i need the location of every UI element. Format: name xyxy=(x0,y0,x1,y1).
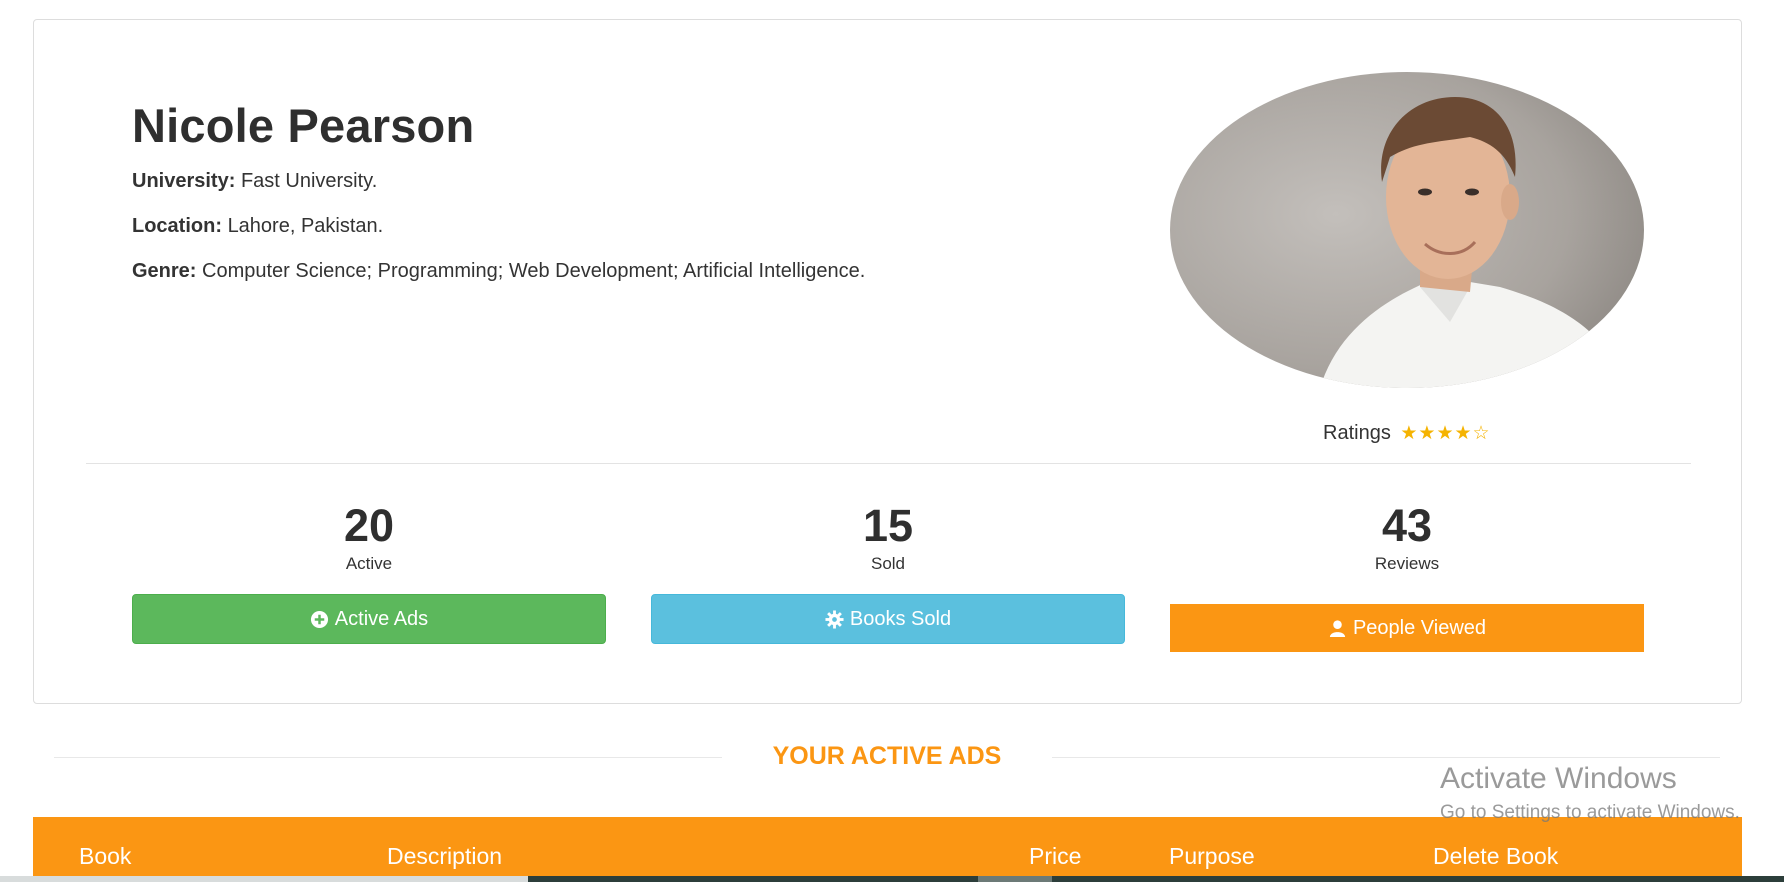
divider xyxy=(86,463,1691,464)
profile-name: Nicole Pearson xyxy=(132,99,475,152)
column-header-book: Book xyxy=(79,843,132,869)
genre-line: Genre: Computer Science; Programming; We… xyxy=(132,260,865,283)
column-header-price: Price xyxy=(1029,843,1082,869)
people-viewed-label: People Viewed xyxy=(1352,616,1487,639)
stat-value: 20 xyxy=(343,500,395,551)
gear-icon xyxy=(825,609,844,629)
profile-page: Nicole Pearson University: Fast Universi… xyxy=(0,0,1784,882)
books-sold-button[interactable]: Books Sold xyxy=(651,594,1125,644)
plus-circle-icon xyxy=(310,610,328,628)
stat-active: 20 Active xyxy=(132,500,606,574)
stat-label: Active xyxy=(345,554,393,573)
avatar-photo xyxy=(1170,72,1644,388)
ratings: Ratings ★★★★☆ xyxy=(1323,422,1491,445)
star-rating-icon: ★★★★☆ xyxy=(1400,423,1491,444)
active-ads-label: Active Ads xyxy=(334,607,429,630)
horizontal-scrollbar[interactable] xyxy=(0,876,1784,882)
university-value: Fast University. xyxy=(240,170,378,192)
location-label: Location: xyxy=(132,215,222,237)
column-header-purpose: Purpose xyxy=(1169,843,1255,869)
university-label: University: xyxy=(132,170,236,192)
stat-label: Reviews xyxy=(1374,554,1440,573)
watermark-subtitle: Go to Settings to activate Windows. xyxy=(1440,802,1740,823)
stat-label: Sold xyxy=(870,554,906,573)
stat-reviews: 43 Reviews xyxy=(1170,500,1644,574)
column-header-description: Description xyxy=(387,843,503,869)
location-line: Location: Lahore, Pakistan. xyxy=(132,215,383,238)
windows-activation-watermark: Activate Windows Go to Settings to activ… xyxy=(1440,762,1740,824)
scrollbar-segment xyxy=(978,876,1052,882)
stat-value: 43 xyxy=(1381,500,1433,551)
genre-label: Genre: xyxy=(132,260,197,282)
ratings-label: Ratings xyxy=(1323,422,1391,444)
watermark-title: Activate Windows xyxy=(1440,762,1677,795)
stat-sold: 15 Sold xyxy=(651,500,1125,574)
user-icon xyxy=(1329,619,1346,637)
stat-value: 15 xyxy=(862,500,914,551)
books-sold-label: Books Sold xyxy=(849,607,952,630)
active-ads-button[interactable]: Active Ads xyxy=(132,594,606,644)
avatar xyxy=(1170,72,1644,388)
university-line: University: Fast University. xyxy=(132,170,377,193)
column-header-delete-book: Delete Book xyxy=(1433,843,1559,869)
location-value: Lahore, Pakistan. xyxy=(227,215,384,237)
scrollbar-thumb[interactable] xyxy=(0,876,528,882)
people-viewed-button[interactable]: People Viewed xyxy=(1170,604,1644,652)
ads-table-header: Book Description Price Purpose Delete Bo… xyxy=(33,817,1742,882)
genre-value: Computer Science; Programming; Web Devel… xyxy=(202,260,866,282)
